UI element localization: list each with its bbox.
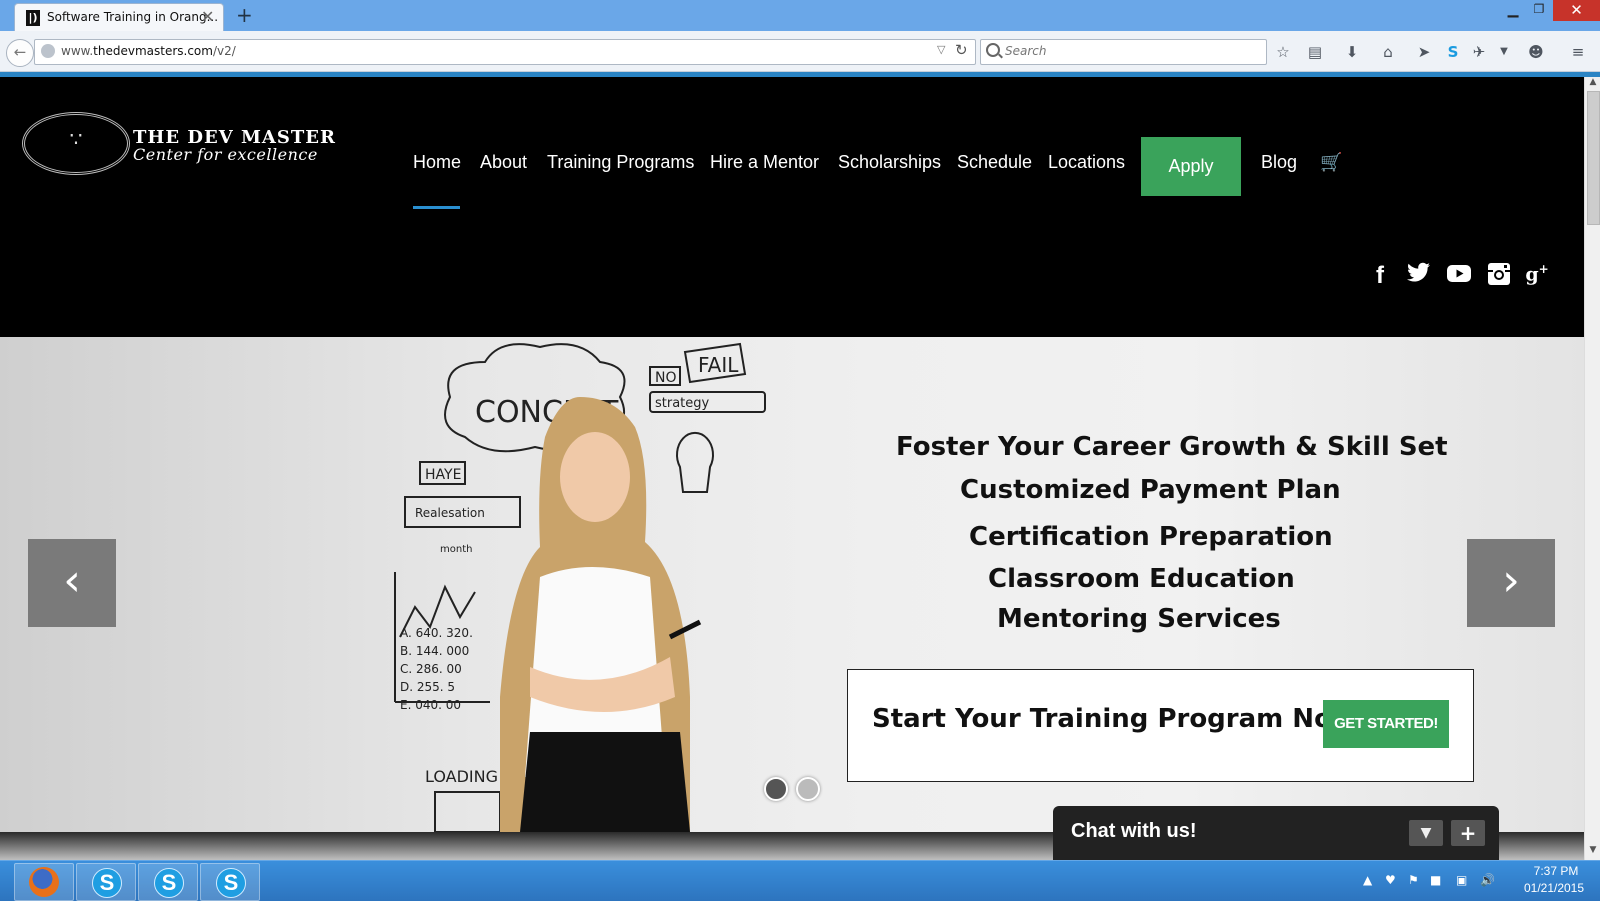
get-started-button[interactable]: GET STARTED!	[1323, 700, 1449, 748]
scroll-up-arrow-icon[interactable]: ▲	[1585, 77, 1600, 91]
url-bar[interactable]: www.thedevmasters.com/v2/ ▽ ↻	[34, 39, 976, 65]
search-icon	[986, 43, 1000, 57]
clock-date[interactable]: 01/21/2015	[1513, 881, 1595, 895]
logo-seal-icon[interactable]	[22, 112, 130, 175]
svg-text:FAIL: FAIL	[698, 353, 739, 377]
slider-dot-active[interactable]	[764, 777, 788, 801]
hero-woman-illustration: CONCEPT NO FAIL strategy HAYE Realesatio…	[394, 342, 766, 832]
nav-schedule[interactable]: Schedule	[957, 152, 1032, 173]
tray-antivirus-icon[interactable]: ♥	[1385, 873, 1396, 887]
firefox-icon	[29, 867, 59, 897]
svg-text:LOADING: LOADING	[425, 767, 498, 786]
chat-bubble-icon[interactable]: ☻	[1526, 43, 1546, 61]
slider-dot[interactable]	[796, 777, 820, 801]
url-history-dropdown-icon[interactable]: ▽	[937, 43, 945, 56]
nav-training-programs[interactable]: Training Programs	[547, 152, 694, 173]
tab-close-icon[interactable]: ✕	[201, 7, 214, 26]
search-placeholder: Search	[1005, 44, 1047, 58]
windows-taskbar: S S S ▲ ♥ ⚑ ■ ▣ 🔊 7:37 PM 01/21/2015	[0, 860, 1600, 901]
menu-hamburger-icon[interactable]: ≡	[1568, 43, 1588, 61]
browser-tab-strip: |) Software Training in Orang... ✕ + ▁ ❐…	[0, 0, 1600, 32]
reload-icon[interactable]: ↻	[955, 41, 968, 59]
window-minimize-button[interactable]: ▁	[1500, 2, 1526, 22]
svg-text:B. 144. 000: B. 144. 000	[400, 644, 469, 658]
hero-slider: CONCEPT NO FAIL strategy HAYE Realesatio…	[0, 337, 1584, 832]
svg-text:C. 286. 00: C. 286. 00	[400, 662, 462, 676]
slider-next-button[interactable]: ›	[1467, 539, 1555, 627]
site-header: THE DEV MASTER Center for excellence Hom…	[0, 77, 1584, 337]
chat-expand-plus-icon[interactable]: +	[1451, 820, 1485, 846]
send-icon[interactable]: ➤	[1414, 43, 1434, 61]
svg-text:Realesation: Realesation	[415, 506, 485, 520]
tray-volume-icon[interactable]: 🔊	[1480, 873, 1495, 887]
skype-extension-icon[interactable]: S	[1443, 43, 1463, 61]
slider-prev-button[interactable]: ‹	[28, 539, 116, 627]
window-restore-button[interactable]: ❐	[1526, 2, 1552, 22]
hero-line: Customized Payment Plan	[960, 475, 1341, 505]
window-close-button[interactable]: ✕	[1553, 0, 1600, 21]
nav-blog[interactable]: Blog	[1261, 152, 1297, 173]
scroll-down-arrow-icon[interactable]: ▼	[1585, 845, 1600, 859]
cta-text: Start Your Training Program Now	[872, 704, 1356, 734]
scroll-thumb[interactable]	[1587, 91, 1600, 225]
skype-icon: S	[92, 868, 122, 898]
svg-text:NO: NO	[655, 370, 677, 386]
tray-flash-icon[interactable]: ⚑	[1408, 873, 1419, 887]
back-button[interactable]: ←	[6, 39, 34, 67]
hero-line: Foster Your Career Growth & Skill Set	[896, 432, 1448, 462]
hero-line: Certification Preparation	[969, 522, 1333, 552]
svg-text:D. 255. 5: D. 255. 5	[400, 680, 455, 694]
browser-tab[interactable]: |) Software Training in Orang... ✕	[14, 3, 224, 32]
taskbar-skype[interactable]: S	[76, 863, 136, 901]
nav-scholarships[interactable]: Scholarships	[838, 152, 941, 173]
url-text[interactable]: www.thedevmasters.com/v2/	[61, 44, 236, 58]
home-icon[interactable]: ⌂	[1378, 43, 1398, 61]
cta-box: Start Your Training Program Now GET STAR…	[847, 669, 1474, 782]
tray-app-icon[interactable]: ■	[1430, 873, 1441, 887]
logo-subtitle[interactable]: Center for excellence	[133, 145, 318, 164]
reading-list-icon[interactable]: ▤	[1305, 43, 1325, 61]
google-plus-icon[interactable]: g+	[1524, 262, 1550, 288]
chat-dropdown-icon[interactable]: ▼	[1409, 820, 1443, 846]
dropdown-arrow-icon[interactable]: ▼	[1494, 43, 1514, 61]
hero-line: Classroom Education	[988, 564, 1295, 594]
search-bar[interactable]: Search	[980, 39, 1267, 65]
download-icon[interactable]: ⬇	[1342, 43, 1362, 61]
extension-icon[interactable]: ✈	[1469, 43, 1489, 61]
globe-icon	[41, 44, 55, 58]
new-tab-button[interactable]: +	[236, 3, 253, 27]
svg-text:HAYE: HAYE	[425, 467, 461, 483]
taskbar-skype[interactable]: S	[138, 863, 198, 901]
skype-icon: S	[216, 868, 246, 898]
bookmark-star-icon[interactable]: ☆	[1273, 43, 1293, 61]
taskbar-firefox[interactable]	[14, 863, 74, 901]
browser-toolbar: ← www.thedevmasters.com/v2/ ▽ ↻ Search ☆…	[0, 31, 1600, 72]
tray-expand-icon[interactable]: ▲	[1363, 873, 1372, 887]
nav-hire-a-mentor[interactable]: Hire a Mentor	[710, 152, 819, 173]
youtube-icon[interactable]	[1446, 262, 1472, 288]
hero-line: Mentoring Services	[997, 604, 1281, 634]
nav-home[interactable]: Home	[413, 152, 461, 173]
taskbar-skype[interactable]: S	[200, 863, 260, 901]
nav-apply-button[interactable]: Apply	[1141, 137, 1241, 196]
skype-icon: S	[154, 868, 184, 898]
twitter-icon[interactable]	[1406, 262, 1432, 288]
svg-text:month: month	[440, 544, 472, 555]
svg-text:A. 640. 320.: A. 640. 320.	[400, 626, 473, 640]
svg-text:strategy: strategy	[655, 396, 710, 411]
nav-about[interactable]: About	[480, 152, 527, 173]
tab-title: Software Training in Orang...	[47, 10, 219, 24]
svg-text:E. 040. 00: E. 040. 00	[400, 698, 461, 712]
cart-icon[interactable]: 🛒	[1320, 152, 1342, 173]
chat-widget[interactable]: Chat with us! ▼ +	[1053, 806, 1499, 860]
facebook-icon[interactable]: f	[1367, 262, 1393, 289]
tray-network-icon[interactable]: ▣	[1456, 873, 1467, 887]
page-scrollbar[interactable]: ▲ ▼	[1584, 77, 1600, 860]
chat-title[interactable]: Chat with us!	[1071, 820, 1197, 843]
clock-time[interactable]: 7:37 PM	[1521, 864, 1591, 878]
instagram-icon[interactable]	[1486, 262, 1512, 288]
site-favicon-icon: |)	[26, 10, 40, 26]
nav-active-indicator	[413, 206, 460, 209]
nav-locations[interactable]: Locations	[1048, 152, 1125, 173]
